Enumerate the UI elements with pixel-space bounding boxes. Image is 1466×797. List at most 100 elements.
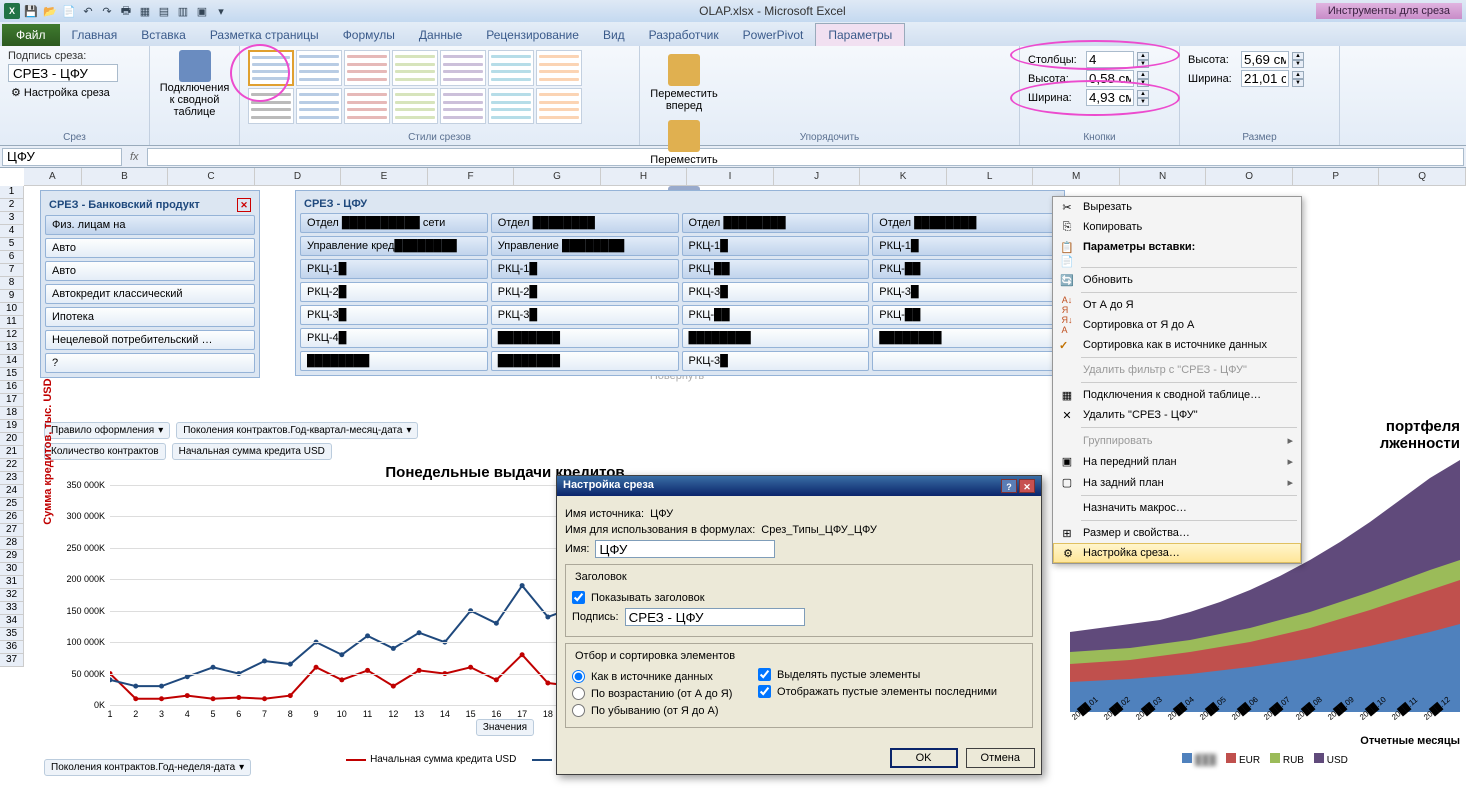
slicer2-item-0-2[interactable]: Отдел ████████: [682, 213, 870, 233]
style-thumb-5[interactable]: [440, 50, 486, 86]
col-header-G[interactable]: G: [514, 168, 601, 185]
row-header-22[interactable]: 22: [0, 459, 24, 472]
ctx-cut[interactable]: ✂Вырезать: [1053, 197, 1301, 217]
row-header-29[interactable]: 29: [0, 550, 24, 563]
qat-icon-2[interactable]: ▤: [156, 3, 172, 19]
style-thumb-6[interactable]: [488, 50, 534, 86]
slicer1-item-4[interactable]: Ипотека: [45, 307, 255, 327]
row-header-37[interactable]: 37: [0, 654, 24, 667]
style-thumb-13[interactable]: [488, 88, 534, 124]
col-header-F[interactable]: F: [428, 168, 515, 185]
slicer2-item-2-2[interactable]: РКЦ-██: [682, 259, 870, 279]
pill-rule[interactable]: Правило оформления ▾: [44, 422, 170, 439]
ribbon-pivot-connections[interactable]: Подключения к сводной таблице: [150, 46, 240, 145]
qat-icon-4[interactable]: ▣: [194, 3, 210, 19]
style-thumb-1[interactable]: [248, 50, 294, 86]
qat-icon-5[interactable]: ▾: [213, 3, 229, 19]
ctx-paste-option-1[interactable]: 📄: [1053, 257, 1301, 265]
size-width-spinner[interactable]: ▲▼: [1292, 71, 1304, 87]
style-thumb-14[interactable]: [536, 88, 582, 124]
row-header-9[interactable]: 9: [0, 290, 24, 303]
slicer2-item-3-2[interactable]: РКЦ-3█: [682, 282, 870, 302]
tab-file[interactable]: Файл: [2, 24, 60, 46]
col-header-C[interactable]: C: [168, 168, 255, 185]
row-header-36[interactable]: 36: [0, 641, 24, 654]
tab-developer[interactable]: Разработчик: [637, 24, 731, 46]
bring-forward-button[interactable]: Переместить вперед: [648, 50, 720, 116]
pill-generations[interactable]: Поколения контрактов.Год-квартал-месяц-д…: [176, 422, 418, 439]
dlg-name-input[interactable]: [595, 540, 775, 558]
row-header-26[interactable]: 26: [0, 511, 24, 524]
ctx-sort-za[interactable]: Я↓АСортировка от Я до А: [1053, 315, 1301, 335]
pill-sum[interactable]: Начальная сумма кредита USD: [172, 443, 332, 460]
row-header-23[interactable]: 23: [0, 472, 24, 485]
slicer2-item-1-3[interactable]: РКЦ-1█: [872, 236, 1060, 256]
slicer-cfu[interactable]: СРЕЗ - ЦФУ Отдел ██████████ сетиОтдел ██…: [295, 190, 1065, 376]
row-header-3[interactable]: 3: [0, 212, 24, 225]
row-header-32[interactable]: 32: [0, 589, 24, 602]
col-header-I[interactable]: I: [687, 168, 774, 185]
slicer1-item-0[interactable]: Физ. лицам на: [45, 215, 255, 235]
slicer2-item-1-0[interactable]: Управление кред████████: [300, 236, 488, 256]
btn-height-input[interactable]: [1086, 70, 1134, 87]
ctx-assign-macro[interactable]: Назначить макрос…: [1053, 498, 1301, 518]
slicer2-item-4-1[interactable]: РКЦ-3█: [491, 305, 679, 325]
slicer2-item-6-2[interactable]: РКЦ-3█: [682, 351, 870, 371]
size-height-input[interactable]: [1241, 51, 1289, 68]
cols-input[interactable]: [1086, 51, 1134, 68]
tab-formulas[interactable]: Формулы: [331, 24, 407, 46]
size-width-input[interactable]: [1241, 70, 1289, 87]
row-header-18[interactable]: 18: [0, 407, 24, 420]
ctx-bring-front[interactable]: ▣На передний план▸: [1053, 451, 1301, 472]
pill-values[interactable]: Значения: [476, 719, 534, 736]
slicer2-item-5-2[interactable]: ████████: [682, 328, 870, 348]
dlg-caption-input[interactable]: [625, 608, 805, 626]
open-icon[interactable]: 📂: [42, 3, 58, 19]
row-header-35[interactable]: 35: [0, 628, 24, 641]
col-header-O[interactable]: O: [1206, 168, 1293, 185]
ctx-sort-az[interactable]: А↓ЯОт А до Я: [1053, 295, 1301, 315]
slicer1-item-1[interactable]: Авто: [45, 238, 255, 258]
tab-page-layout[interactable]: Разметка страницы: [198, 24, 331, 46]
style-thumb-2[interactable]: [296, 50, 342, 86]
row-header-30[interactable]: 30: [0, 563, 24, 576]
row-header-13[interactable]: 13: [0, 342, 24, 355]
tab-powerpivot[interactable]: PowerPivot: [731, 24, 816, 46]
ctx-size-props[interactable]: ⊞Размер и свойства…: [1053, 523, 1301, 543]
ctx-copy[interactable]: ⎘Копировать: [1053, 217, 1301, 237]
col-header-M[interactable]: M: [1033, 168, 1120, 185]
formula-input[interactable]: [147, 148, 1464, 166]
redo-icon[interactable]: ↷: [99, 3, 115, 19]
styles-gallery[interactable]: [248, 50, 628, 124]
row-header-12[interactable]: 12: [0, 329, 24, 342]
tab-view[interactable]: Вид: [591, 24, 637, 46]
dlg-show-header-checkbox[interactable]: [572, 591, 585, 604]
slicer1-item-2[interactable]: Авто: [45, 261, 255, 281]
row-header-19[interactable]: 19: [0, 420, 24, 433]
slicer2-item-0-3[interactable]: Отдел ████████: [872, 213, 1060, 233]
slicer2-item-5-0[interactable]: РКЦ-4█: [300, 328, 488, 348]
style-thumb-11[interactable]: [392, 88, 438, 124]
style-thumb-12[interactable]: [440, 88, 486, 124]
ctx-delete-slicer[interactable]: ✕Удалить "СРЕЗ - ЦФУ": [1053, 405, 1301, 425]
row-header-27[interactable]: 27: [0, 524, 24, 537]
undo-icon[interactable]: ↶: [80, 3, 96, 19]
ctx-slicer-settings[interactable]: ⚙Настройка среза…: [1053, 543, 1301, 563]
dlg-sort-desc-radio[interactable]: [572, 704, 585, 717]
slicer-caption-input[interactable]: [8, 64, 118, 82]
row-header-11[interactable]: 11: [0, 316, 24, 329]
style-thumb-3[interactable]: [344, 50, 390, 86]
col-header-A[interactable]: A: [24, 168, 82, 185]
style-thumb-8[interactable]: [248, 88, 294, 124]
tab-review[interactable]: Рецензирование: [474, 24, 591, 46]
slicer1-item-6[interactable]: ?: [45, 353, 255, 373]
slicer2-item-2-0[interactable]: РКЦ-1█: [300, 259, 488, 279]
slicer2-item-1-1[interactable]: Управление ████████: [491, 236, 679, 256]
row-header-34[interactable]: 34: [0, 615, 24, 628]
col-header-K[interactable]: K: [860, 168, 947, 185]
qat-icon-3[interactable]: ▥: [175, 3, 191, 19]
slicer2-item-4-3[interactable]: РКЦ-██: [872, 305, 1060, 325]
row-header-14[interactable]: 14: [0, 355, 24, 368]
style-thumb-10[interactable]: [344, 88, 390, 124]
tab-data[interactable]: Данные: [407, 24, 474, 46]
